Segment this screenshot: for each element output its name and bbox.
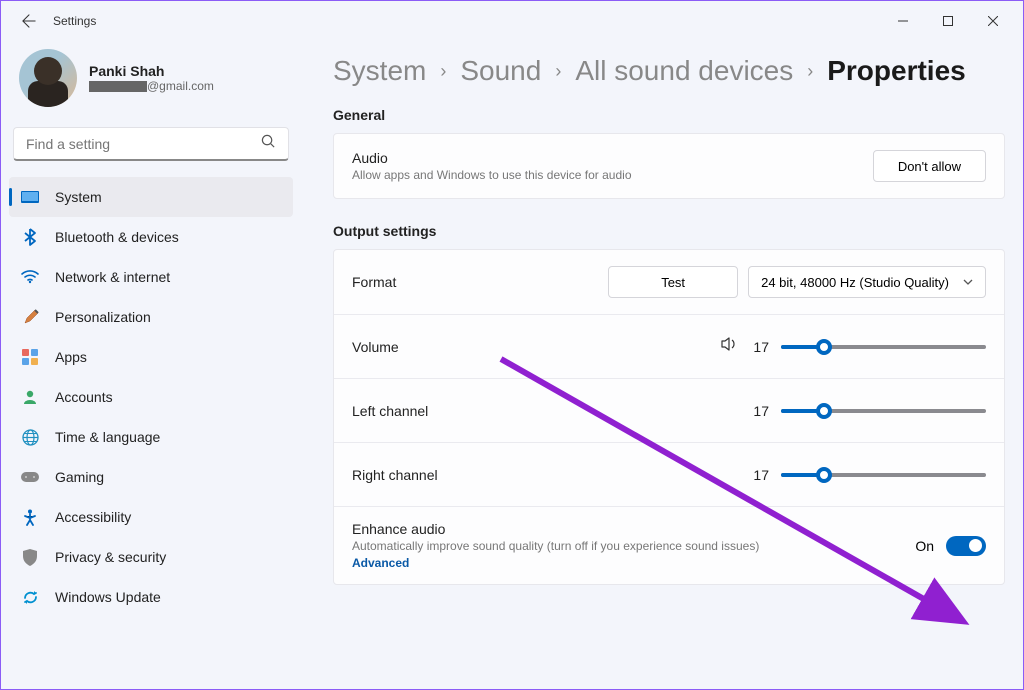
breadcrumb-properties: Properties	[827, 55, 966, 87]
arrow-left-icon	[22, 14, 36, 28]
enhance-title: Enhance audio	[352, 521, 759, 537]
volume-slider[interactable]	[781, 337, 986, 357]
profile-name: Panki Shah	[89, 63, 214, 79]
test-button[interactable]: Test	[608, 266, 738, 298]
bluetooth-icon	[21, 228, 39, 246]
right-channel-slider[interactable]	[781, 465, 986, 485]
chevron-down-icon	[963, 279, 973, 285]
chevron-right-icon: ›	[440, 61, 446, 82]
breadcrumb-sound[interactable]: Sound	[460, 55, 541, 87]
left-channel-slider[interactable]	[781, 401, 986, 421]
avatar	[19, 49, 77, 107]
right-channel-value: 17	[753, 467, 769, 483]
profile-block[interactable]: Panki Shah @gmail.com	[9, 41, 293, 123]
search-input[interactable]	[26, 136, 261, 152]
general-card: Audio Allow apps and Windows to use this…	[333, 133, 1005, 199]
format-row: Format Test 24 bit, 48000 Hz (Studio Qua…	[334, 250, 1004, 314]
left-channel-value: 17	[753, 403, 769, 419]
accessibility-icon	[21, 508, 39, 526]
right-channel-row: Right channel 17	[334, 442, 1004, 506]
sidebar-item-time-language[interactable]: Time & language	[9, 417, 293, 457]
shield-icon	[21, 548, 39, 566]
sidebar-item-network[interactable]: Network & internet	[9, 257, 293, 297]
profile-email: @gmail.com	[89, 79, 214, 93]
apps-icon	[21, 348, 39, 366]
volume-label: Volume	[352, 339, 399, 355]
chevron-right-icon: ›	[555, 61, 561, 82]
search-box[interactable]	[13, 127, 289, 161]
window-title: Settings	[53, 14, 96, 28]
format-label: Format	[352, 274, 396, 290]
sidebar-item-update[interactable]: Windows Update	[9, 577, 293, 617]
sidebar-item-accessibility[interactable]: Accessibility	[9, 497, 293, 537]
minimize-button[interactable]	[880, 5, 925, 37]
sidebar-item-accounts[interactable]: Accounts	[9, 377, 293, 417]
advanced-link[interactable]: Advanced	[352, 556, 759, 570]
content-area: System › Sound › All sound devices › Pro…	[301, 41, 1023, 689]
volume-row: Volume 17	[334, 314, 1004, 378]
display-icon	[21, 188, 39, 206]
sidebar-item-privacy[interactable]: Privacy & security	[9, 537, 293, 577]
output-card: Format Test 24 bit, 48000 Hz (Studio Qua…	[333, 249, 1005, 585]
audio-row: Audio Allow apps and Windows to use this…	[334, 134, 1004, 198]
person-icon	[21, 388, 39, 406]
section-general: General	[333, 107, 1005, 123]
sidebar-item-apps[interactable]: Apps	[9, 337, 293, 377]
right-channel-label: Right channel	[352, 467, 438, 483]
maximize-icon	[943, 16, 953, 26]
volume-value: 17	[753, 339, 769, 355]
sidebar: Panki Shah @gmail.com System Bluetooth &…	[1, 41, 301, 689]
speaker-icon[interactable]	[721, 336, 739, 357]
back-button[interactable]	[9, 5, 49, 37]
brush-icon	[21, 308, 39, 326]
maximize-button[interactable]	[925, 5, 970, 37]
enhance-audio-row[interactable]: Enhance audio Automatically improve soun…	[334, 506, 1004, 584]
enhance-audio-toggle[interactable]	[946, 536, 986, 556]
breadcrumb-all-devices[interactable]: All sound devices	[575, 55, 793, 87]
format-select[interactable]: 24 bit, 48000 Hz (Studio Quality)	[748, 266, 986, 298]
section-output: Output settings	[333, 223, 1005, 239]
breadcrumb: System › Sound › All sound devices › Pro…	[333, 55, 1005, 87]
sidebar-nav: System Bluetooth & devices Network & int…	[9, 177, 293, 617]
close-button[interactable]	[970, 5, 1015, 37]
close-icon	[988, 16, 998, 26]
update-icon	[21, 588, 39, 606]
left-channel-label: Left channel	[352, 403, 428, 419]
enhance-subtitle: Automatically improve sound quality (tur…	[352, 539, 759, 553]
globe-icon	[21, 428, 39, 446]
sidebar-item-bluetooth[interactable]: Bluetooth & devices	[9, 217, 293, 257]
toggle-state-label: On	[915, 538, 934, 554]
titlebar: Settings	[1, 1, 1023, 41]
audio-title: Audio	[352, 150, 632, 166]
gamepad-icon	[21, 468, 39, 486]
breadcrumb-system[interactable]: System	[333, 55, 426, 87]
left-channel-row: Left channel 17	[334, 378, 1004, 442]
sidebar-item-system[interactable]: System	[9, 177, 293, 217]
minimize-icon	[898, 16, 908, 26]
window-controls	[880, 5, 1015, 37]
dont-allow-button[interactable]: Don't allow	[873, 150, 986, 182]
chevron-right-icon: ›	[807, 61, 813, 82]
sidebar-item-gaming[interactable]: Gaming	[9, 457, 293, 497]
search-icon	[261, 134, 276, 154]
wifi-icon	[21, 268, 39, 286]
sidebar-item-personalization[interactable]: Personalization	[9, 297, 293, 337]
audio-subtitle: Allow apps and Windows to use this devic…	[352, 168, 632, 182]
